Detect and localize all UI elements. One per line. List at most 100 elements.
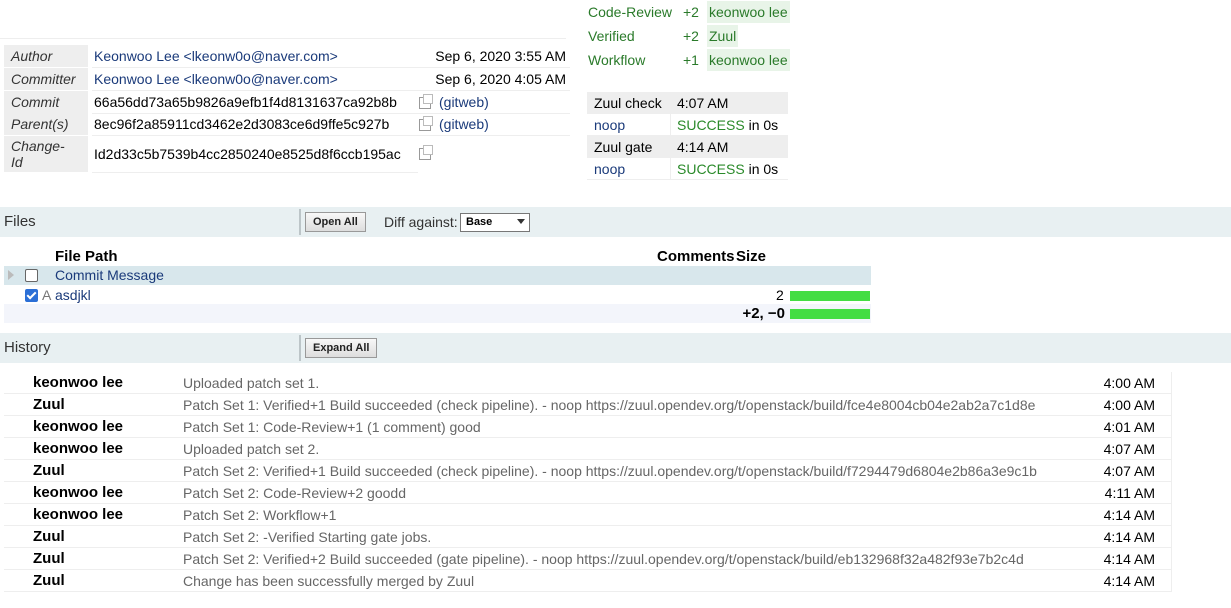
col-comments: Comments (657, 248, 735, 265)
history-message: Patch Set 2: Verified+1 Build succeeded … (183, 463, 1037, 479)
history-item[interactable]: Zuul Patch Set 2: -Verified Starting gat… (4, 526, 1172, 548)
history-author: keonwoo lee (33, 440, 124, 457)
files-total-row: +2, −0 (4, 304, 871, 323)
history-time: 4:00 AM (1103, 397, 1155, 413)
author-link[interactable]: Keonwoo Lee <lkeonw0o@naver.com> (94, 45, 338, 67)
author-row: Author Keonwoo Lee <lkeonw0o@naver.com> … (4, 45, 570, 67)
label-user[interactable]: keonwoo lee (707, 49, 790, 71)
divider (299, 335, 301, 361)
history-title: History (4, 339, 51, 356)
history-time: 4:14 AM (1103, 551, 1155, 567)
changeid-label-line2: Id (11, 154, 23, 170)
divider (670, 114, 671, 136)
zuul-pipeline-row: Zuul check 4:07 AM (587, 92, 788, 114)
diff-against-label: Diff against: (384, 214, 458, 230)
expand-triangle-icon[interactable] (8, 270, 14, 280)
total-delta: +2, −0 (742, 305, 785, 322)
history-item[interactable]: keonwoo lee Patch Set 1: Code-Review+1 (… (4, 416, 1172, 438)
label-name: Code-Review (588, 4, 673, 20)
file-status: A (42, 287, 52, 303)
history-time: 4:07 AM (1103, 463, 1155, 479)
file-link[interactable]: asdjkl (55, 286, 91, 305)
zuul-job-link[interactable]: noop (594, 158, 625, 180)
history-author: Zuul (33, 528, 65, 545)
commit-message-link[interactable]: Commit Message (55, 266, 164, 285)
expand-all-button[interactable]: Expand All (305, 338, 378, 358)
zuul-job-row: noop SUCCESS in 0s (587, 114, 788, 136)
zuul-job-row: noop SUCCESS in 0s (587, 158, 788, 180)
zuul-pipeline-name: Zuul check (594, 95, 662, 111)
history-time: 4:01 AM (1103, 419, 1155, 435)
parent-row: Parent(s) 8ec96f2a85911cd3462e2d3083ce6d… (4, 113, 570, 135)
commit-row: Commit 66a56dd73a65b9826a9efb1f4d8131637… (4, 91, 570, 113)
history-message: Patch Set 1: Verified+1 Build succeeded … (183, 397, 1036, 413)
changeid-row: Change- Id Id2d33c5b7539b4cc2850240e8525… (4, 136, 433, 172)
copy-icon[interactable] (419, 116, 433, 131)
zuul-job-link[interactable]: noop (594, 114, 625, 136)
label-user[interactable]: keonwoo lee (707, 1, 790, 23)
changeid-label: Change- Id (4, 136, 88, 172)
reviewed-checkbox[interactable] (25, 289, 38, 302)
zuul-job-result: SUCCESS in 0s (677, 158, 778, 180)
history-author: Zuul (33, 572, 65, 589)
chevron-down-icon (517, 219, 525, 224)
history-item[interactable]: keonwoo lee Patch Set 2: Code-Review+2 g… (4, 482, 1172, 504)
history-message: Patch Set 2: Code-Review+2 goodd (183, 485, 406, 501)
label-name: Workflow (588, 52, 646, 68)
history-item[interactable]: keonwoo lee Uploaded patch set 1. 4:00 A… (4, 372, 1172, 394)
commit-message-row: Commit Message (4, 266, 871, 285)
history-author: Zuul (33, 396, 65, 413)
history-message: Patch Set 2: -Verified Starting gate job… (183, 529, 432, 545)
committer-date: Sep 6, 2020 4:05 AM (435, 71, 566, 87)
reviewed-checkbox[interactable] (25, 269, 38, 282)
committer-label: Committer (4, 68, 88, 90)
files-section-bar: Files Open All Diff against: Base (0, 207, 1231, 237)
history-time: 4:07 AM (1103, 441, 1155, 457)
history-message: Patch Set 1: Code-Review+1 (1 comment) g… (183, 419, 481, 435)
history-item[interactable]: keonwoo lee Uploaded patch set 2. 4:07 A… (4, 438, 1172, 460)
label-value: +2 (683, 28, 699, 44)
zuul-result-status: SUCCESS (677, 117, 745, 133)
diff-against-select[interactable]: Base (460, 213, 530, 232)
history-item[interactable]: keonwoo lee Patch Set 2: Workflow+1 4:14… (4, 504, 1172, 526)
history-item[interactable]: Zuul Patch Set 1: Verified+1 Build succe… (4, 394, 1172, 416)
committer-link[interactable]: Keonwoo Lee <lkeonw0o@naver.com> (94, 68, 338, 90)
zuul-pipeline-name: Zuul gate (594, 139, 653, 155)
author-label: Author (4, 45, 88, 67)
zuul-pipeline-time: 4:07 AM (677, 95, 729, 111)
parent-gitweb-link[interactable]: (gitweb) (439, 113, 489, 135)
divider (670, 158, 671, 180)
history-message: Uploaded patch set 2. (183, 441, 320, 457)
history-author: Zuul (33, 462, 65, 479)
file-size-number: 2 (776, 287, 784, 303)
history-time: 4:14 AM (1103, 573, 1155, 589)
history-author: keonwoo lee (33, 484, 124, 501)
divider (299, 209, 301, 235)
history-item[interactable]: Zuul Patch Set 2: Verified+2 Build succe… (4, 548, 1172, 570)
label-value: +1 (683, 52, 699, 68)
history-time: 4:14 AM (1103, 529, 1155, 545)
commit-gitweb-link[interactable]: (gitweb) (439, 91, 489, 113)
commit-hash: 66a56dd73a65b9826a9efb1f4d8131637ca92b8b (94, 94, 397, 110)
zuul-job-result: SUCCESS in 0s (677, 114, 778, 136)
divider (92, 172, 418, 173)
changeid-label-line1: Change- (11, 138, 65, 154)
history-item[interactable]: Zuul Patch Set 2: Verified+1 Build succe… (4, 460, 1172, 482)
history-time: 4:00 AM (1103, 375, 1155, 391)
open-all-button[interactable]: Open All (305, 212, 366, 232)
history-section-bar: History Expand All (0, 333, 1231, 363)
commit-label: Commit (4, 91, 88, 113)
zuul-result-status: SUCCESS (677, 161, 745, 177)
file-size-bar (790, 291, 870, 301)
history-message: Change has been successfully merged by Z… (183, 573, 475, 589)
header-area (0, 0, 566, 39)
label-user[interactable]: Zuul (707, 25, 739, 47)
file-row: A asdjkl 2 (4, 286, 871, 305)
label-name: Verified (588, 28, 635, 44)
copy-icon[interactable] (419, 94, 433, 109)
copy-icon[interactable] (419, 145, 433, 160)
history-author: Zuul (33, 550, 65, 567)
history-item[interactable]: Zuul Change has been successfully merged… (4, 570, 1172, 592)
history-author: keonwoo lee (33, 418, 124, 435)
parent-hash: 8ec96f2a85911cd3462e2d3083ce6d9ffe5c927b (94, 116, 390, 132)
